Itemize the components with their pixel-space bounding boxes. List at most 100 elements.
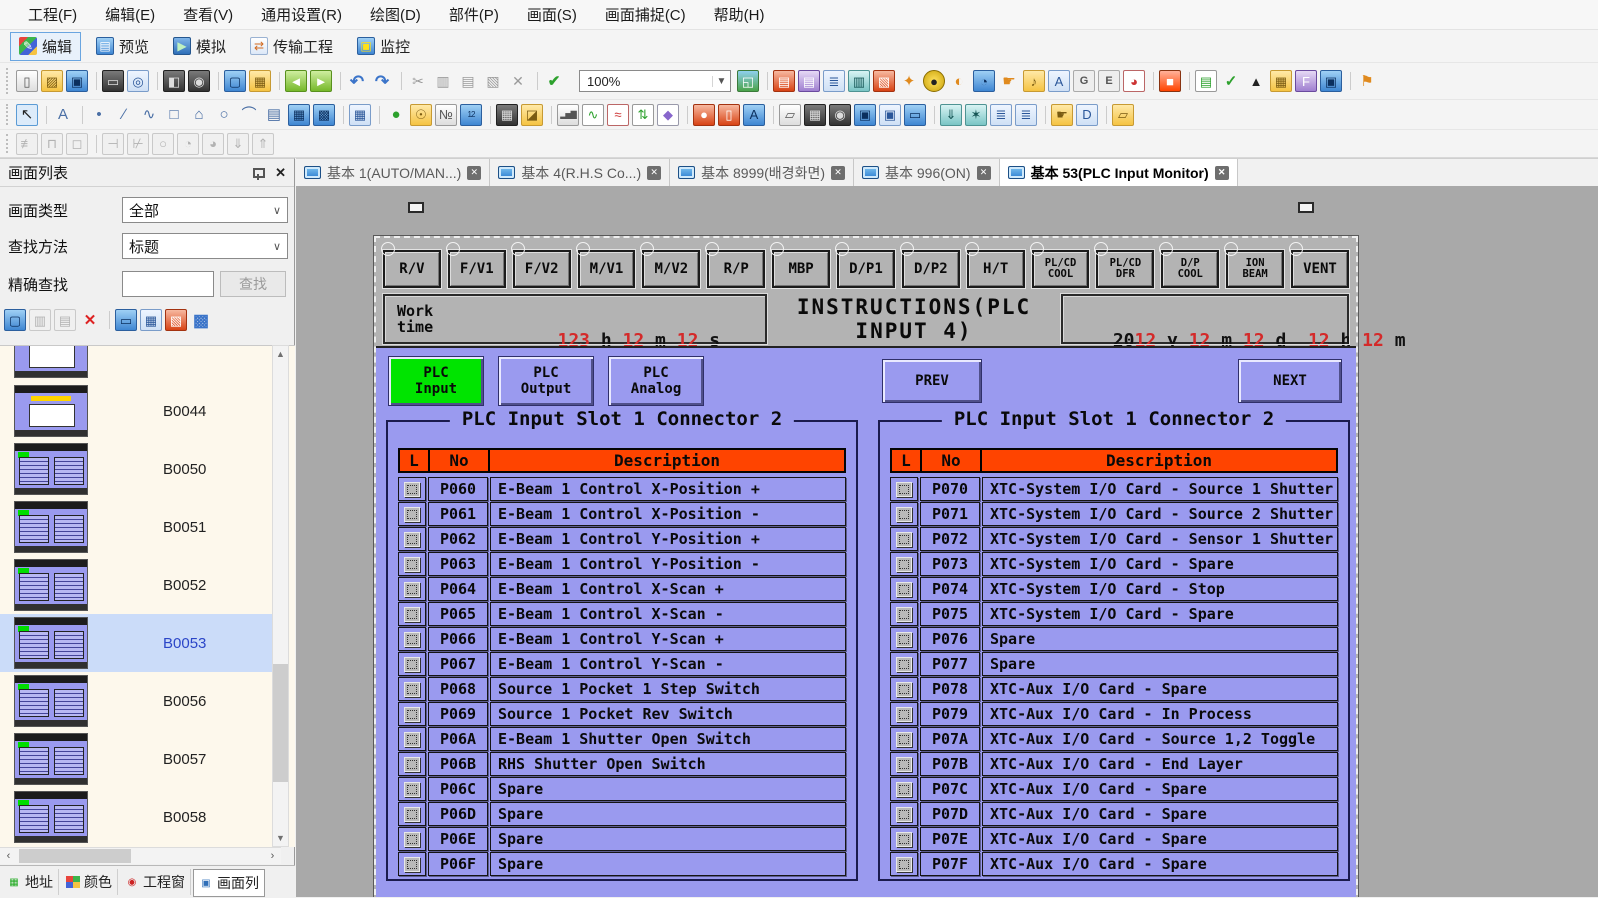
screen-thumbnail[interactable]: [14, 733, 88, 785]
screen-thumbnail[interactable]: [14, 443, 88, 495]
operation-lock-icon[interactable]: ◐: [948, 70, 970, 92]
flag-icon[interactable]: ⚑: [1356, 70, 1378, 92]
screen-thumbnail[interactable]: [14, 346, 88, 378]
prev-button[interactable]: PREV: [882, 359, 982, 403]
next-button[interactable]: NEXT: [1238, 359, 1342, 403]
dock-tab[interactable]: ▣ 画面列: [193, 869, 265, 897]
copy-screen-icon[interactable]: ▦: [249, 70, 271, 92]
common-settings-menu[interactable]: 通用设置(R): [247, 0, 356, 29]
font-pages-icon[interactable]: F: [1295, 70, 1317, 92]
dot-tool-icon[interactable]: •: [88, 104, 110, 126]
lamp-cell[interactable]: [398, 627, 426, 651]
lamp-cell[interactable]: [398, 852, 426, 876]
lamp-cell[interactable]: [890, 802, 918, 826]
meter-graph-icon[interactable]: ◆: [657, 104, 679, 126]
preview-screen-button[interactable]: ▭: [115, 309, 137, 331]
list-edit-icon[interactable]: ≣: [1015, 104, 1037, 126]
scale-tool-icon[interactable]: ▤: [263, 104, 285, 126]
chamber-button[interactable]: D/P COOL: [1161, 250, 1219, 288]
list-item[interactable]: B0044: [0, 382, 272, 440]
print-icon[interactable]: ▭: [102, 70, 124, 92]
new-screen-icon[interactable]: ▢: [224, 70, 246, 92]
find-device-icon[interactable]: G: [1073, 70, 1095, 92]
screen-tab[interactable]: 基本 1(AUTO/MAN...) ✕: [296, 159, 490, 186]
polyline-tool-icon[interactable]: ∿: [138, 104, 160, 126]
chamber-button[interactable]: PL/CD DFR: [1096, 250, 1154, 288]
chamber-button[interactable]: F/V1: [448, 250, 506, 288]
package-icon[interactable]: ▱: [1112, 104, 1134, 126]
duplicate-icon[interactable]: ▧: [482, 70, 504, 92]
zoom-combobox[interactable]: 100% ▼: [579, 70, 731, 92]
dock-tab[interactable]: ▦ 地址: [2, 869, 59, 895]
project-menu[interactable]: 工程(F): [14, 0, 91, 29]
doc-transfer-icon[interactable]: ▧: [873, 70, 895, 92]
alarm-lamp-icon[interactable]: ●: [693, 104, 715, 126]
screen-tab[interactable]: 基本 53(PLC Input Monitor) ✕: [1000, 159, 1238, 186]
paste-icon[interactable]: ▤: [457, 70, 479, 92]
list-item[interactable]: [0, 346, 272, 382]
lamp-cell[interactable]: [398, 727, 426, 751]
scatter-graph-icon[interactable]: ∿: [582, 104, 604, 126]
chamber-button[interactable]: PL/CD COOL: [1032, 250, 1090, 288]
chamber-button[interactable]: H/T: [967, 250, 1025, 288]
open-screen-icon[interactable]: ◄: [285, 70, 307, 92]
plc-analog-button[interactable]: PLC Analog: [608, 356, 704, 406]
grid-display-icon[interactable]: ▦: [496, 104, 518, 126]
select-tool-icon[interactable]: ↖: [16, 104, 38, 126]
film-icon[interactable]: ▦: [1270, 70, 1292, 92]
plc-output-button[interactable]: PLC Output: [498, 356, 594, 406]
object-menu[interactable]: 部件(P): [435, 0, 513, 29]
script-check-icon[interactable]: ✓: [1220, 70, 1242, 92]
parts-check-icon[interactable]: ▤: [1195, 70, 1217, 92]
polygon-tool-icon[interactable]: ⌂: [188, 104, 210, 126]
list-item[interactable]: B0052: [0, 556, 272, 614]
chamber-button[interactable]: F/V2: [513, 250, 571, 288]
chamber-button[interactable]: MBP: [772, 250, 830, 288]
chamber-button[interactable]: M/V1: [578, 250, 636, 288]
utilize-screen-button[interactable]: ▧: [165, 309, 187, 331]
monitor-speaker-icon[interactable]: ▣: [854, 104, 876, 126]
security-icon[interactable]: ●: [923, 70, 945, 92]
list-item[interactable]: B0056: [0, 672, 272, 730]
lamp-cell[interactable]: [398, 677, 426, 701]
toolbar-grip[interactable]: [6, 134, 10, 153]
window-parts-icon[interactable]: ▱: [779, 104, 801, 126]
import-screen-icon[interactable]: ⇓: [940, 104, 962, 126]
lamp-cell[interactable]: [890, 752, 918, 776]
time-setting-icon[interactable]: ◔: [973, 70, 995, 92]
toolbar-grip[interactable]: [6, 68, 10, 93]
delete-icon[interactable]: ✕: [507, 70, 529, 92]
switch-part-icon[interactable]: ●: [385, 104, 407, 126]
chevron-down-icon[interactable]: ▼: [712, 76, 730, 87]
edit-menu[interactable]: 编辑(E): [91, 0, 169, 29]
list-item[interactable]: B0057: [0, 730, 272, 788]
list-item[interactable]: B0058: [0, 788, 272, 846]
lamp-cell[interactable]: [890, 602, 918, 626]
lamp-cell[interactable]: [398, 777, 426, 801]
close-screen-icon[interactable]: ►: [310, 70, 332, 92]
comment-list-icon[interactable]: ≣: [823, 70, 845, 92]
trend-graph-icon[interactable]: ⇅: [632, 104, 654, 126]
screen-capture-menu[interactable]: 画面捕捉(C): [591, 0, 700, 29]
redo-icon[interactable]: ↷: [371, 70, 393, 92]
screen-property-button[interactable]: ▩: [190, 309, 212, 331]
lamp-part-icon[interactable]: ☉: [410, 104, 432, 126]
new-screen-button[interactable]: ▢: [4, 309, 26, 331]
close-icon[interactable]: ✕: [467, 166, 481, 180]
chamber-button[interactable]: D/P2: [902, 250, 960, 288]
delete-screen-button[interactable]: ✕: [79, 309, 101, 331]
transfer-project-button[interactable]: ⇄ 传输工程: [241, 32, 342, 61]
screen-menu[interactable]: 画面(S): [513, 0, 591, 29]
csv-export-icon[interactable]: ▥: [848, 70, 870, 92]
lamp-cell[interactable]: [890, 527, 918, 551]
dock-tab[interactable]: ◉ 工程窗: [120, 869, 191, 895]
save-project-icon[interactable]: ▣: [66, 70, 88, 92]
screen-tab[interactable]: 基本 4(R.H.S Co...) ✕: [490, 159, 670, 186]
lamp-cell[interactable]: [890, 727, 918, 751]
close-icon[interactable]: ✕: [977, 166, 991, 180]
horizontal-scrollbar[interactable]: ‹ ›: [0, 847, 281, 864]
print-preview-icon[interactable]: ◎: [127, 70, 149, 92]
screen-tab[interactable]: 基本 8999(배경화면) ✕: [670, 159, 854, 186]
close-icon[interactable]: ✕: [1215, 166, 1229, 180]
rect-tool-icon[interactable]: □: [163, 104, 185, 126]
